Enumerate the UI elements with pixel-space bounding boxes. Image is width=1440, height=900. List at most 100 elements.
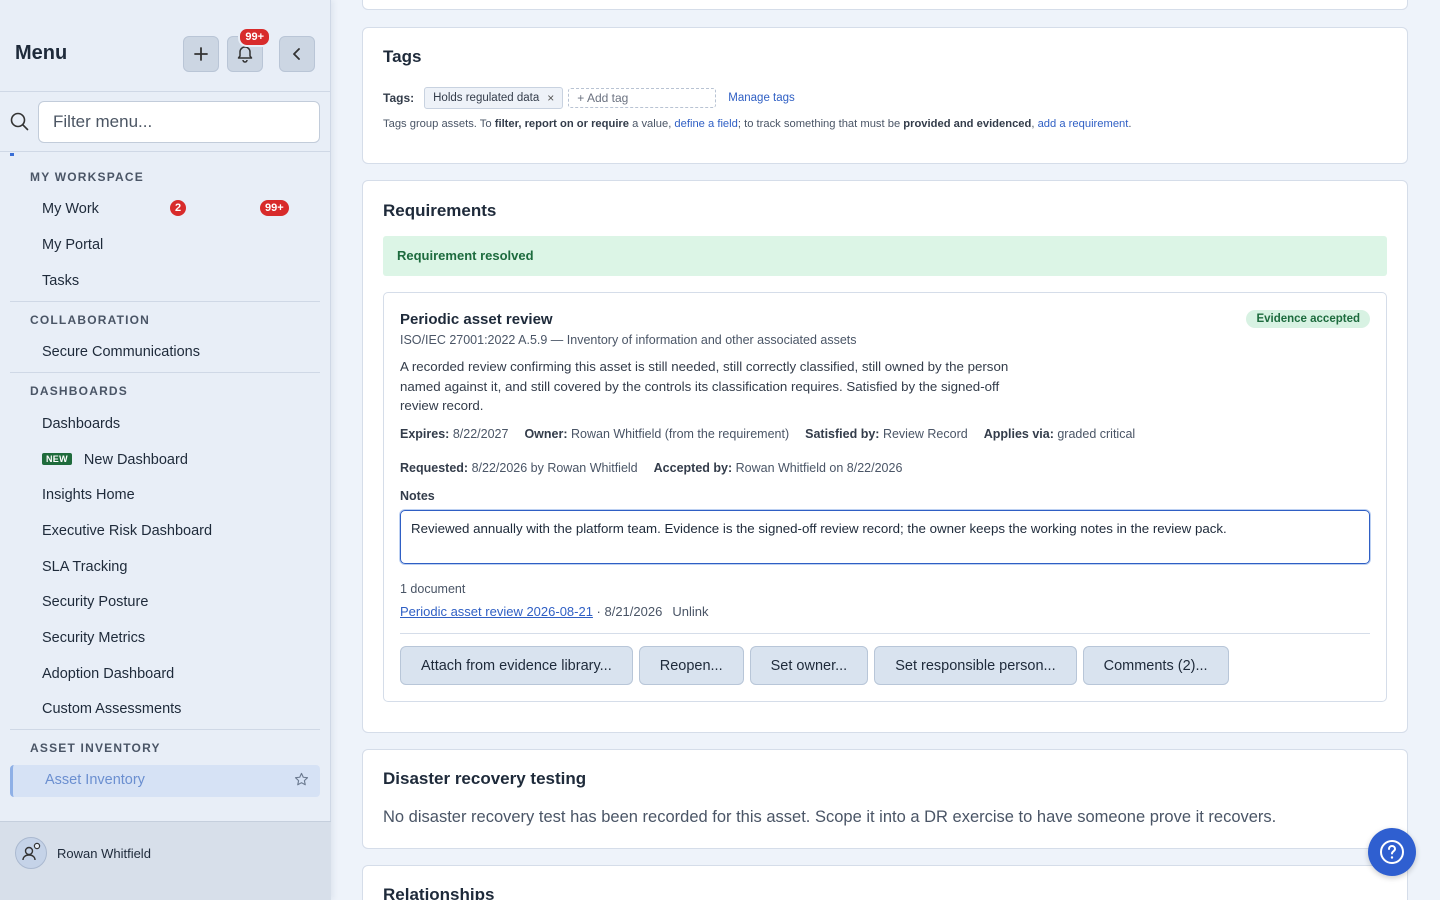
section-my-workspace: MY WORKSPACE [30,170,144,184]
menu-title: Menu [15,42,68,64]
resolved-banner: Requirement resolved [383,236,1387,276]
bell-icon [237,46,253,63]
tags-label: Tags: [383,91,415,105]
my-work-badge: 2 [170,200,187,216]
add-requirement-link[interactable]: add a requirement [1038,118,1129,130]
sidebar-item-my-work[interactable]: My Work [42,201,99,217]
tags-row: Tags: Holds regulated data × + Add tag M… [383,87,795,109]
document-link[interactable]: Periodic asset review 2026-08-21 [400,604,593,619]
requirement-meta-row: Expires: 8/22/2027 Owner: Rowan Whitfiel… [400,427,1135,441]
expires-meta: Expires: 8/22/2027 [400,427,508,441]
tags-card: Tags Tags: Holds regulated data × + Add … [362,27,1408,164]
meta-label: Owner: [524,427,568,441]
sidebar-item-dashboards[interactable]: Dashboards [42,416,120,432]
help-text: . [1128,118,1132,130]
meta-value: Review Record [882,427,968,441]
meta-value: 8/22/2027 [452,427,509,441]
sidebar-item-security-posture[interactable]: Security Posture [42,594,148,610]
owner-meta: Owner: Rowan Whitfield (from the require… [524,427,789,441]
requirements-title: Requirements [383,201,497,220]
sidebar-item-executive-risk-dashboard[interactable]: Executive Risk Dashboard [42,523,212,539]
relationships-title: Relationships [383,885,495,900]
help-button[interactable] [1368,828,1416,876]
sidebar-item-label: Asset Inventory [45,772,145,788]
requirements-card: Requirements Requirement resolved Period… [362,180,1408,733]
document-row: Periodic asset review 2026-08-21 · 8/21/… [400,604,708,619]
help-icon [1380,840,1404,864]
define-field-link[interactable]: define a field [674,118,737,130]
comments-button[interactable]: Comments (2)... [1082,646,1229,685]
requirement-item: Periodic asset review Evidence accepted … [383,292,1387,702]
sidebar-item-asset-inventory[interactable]: Asset Inventory [10,765,320,797]
user-name: Rowan Whitfield [57,846,151,861]
user-settings-icon [22,842,41,861]
section-dashboards: DASHBOARDS [30,384,129,398]
satisfied-meta: Satisfied by: Review Record [805,427,968,441]
sidebar-item-secure-communications[interactable]: Secure Communications [42,344,200,360]
meta-label: Applies via: [983,427,1054,441]
filter-menu-input[interactable] [38,101,320,143]
user-footer[interactable]: Rowan Whitfield [0,821,331,900]
requirement-actions: Attach from evidence library... Reopen..… [400,646,1229,685]
sidebar-item-sla-tracking[interactable]: SLA Tracking [42,559,127,575]
notifications-button[interactable]: 99+ [227,27,271,72]
reopen-button[interactable]: Reopen... [638,646,744,685]
sidebar-item-tasks[interactable]: Tasks [42,273,79,289]
tag-chip-label: Holds regulated data [433,92,540,104]
new-badge: NEW [42,453,72,465]
tags-help-text: Tags group assets. To filter, report on … [383,118,1132,130]
star-icon[interactable] [294,772,309,787]
sidebar-item-my-portal[interactable]: My Portal [42,237,103,253]
divider [10,301,320,302]
resolved-banner-text: Requirement resolved [397,248,534,263]
sidebar-item-new-dashboard[interactable]: NEW New Dashboard [42,452,188,468]
collapse-sidebar-button[interactable] [279,36,315,72]
accepted-meta: Accepted by: Rowan Whitfield on 8/22/202… [654,461,903,475]
disaster-recovery-card: Disaster recovery testing No disaster re… [362,749,1408,849]
dr-description: No disaster recovery test has been recor… [383,808,1277,826]
relationships-card: Relationships [362,865,1408,900]
plus-icon [194,47,208,61]
unlink-button[interactable]: Unlink [672,604,708,619]
sidebar-item-security-metrics[interactable]: Security Metrics [42,630,145,646]
requirement-history-row: Requested: 8/22/2026 by Rowan Whitfield … [400,461,902,475]
tags-title: Tags [383,47,422,66]
meta-label: Accepted by: [653,461,733,475]
sidebar-item-custom-assessments[interactable]: Custom Assessments [42,701,181,717]
set-responsible-person-button[interactable]: Set responsible person... [874,646,1077,685]
set-owner-button[interactable]: Set owner... [749,646,869,685]
meta-value: 8/22/2026 by Rowan Whitfield [471,461,638,475]
main-content: Tags Tags: Holds regulated data × + Add … [331,0,1440,900]
sidebar: Menu 99+ MY WORKSPACE My Work 2 99+ My P… [0,0,331,900]
meta-value: Rowan Whitfield (from the requirement) [570,427,790,441]
avatar [15,837,47,869]
notification-count-badge: 99+ [238,27,271,47]
add-button[interactable] [183,36,219,72]
chevron-left-icon [293,48,300,60]
divider [400,633,1370,634]
notes-textarea[interactable]: Reviewed annually with the platform team… [400,510,1370,564]
sidebar-header: Menu 99+ [0,0,330,92]
tag-chip: Holds regulated data × [424,87,564,109]
document-count: 1 document [400,582,466,596]
manage-tags-link[interactable]: Manage tags [728,92,795,104]
requested-meta: Requested: 8/22/2026 by Rowan Whitfield [400,461,638,475]
add-tag-input[interactable]: + Add tag [568,88,717,108]
sidebar-nav: MY WORKSPACE My Work 2 99+ My Portal Tas… [0,153,331,821]
remove-tag-button[interactable]: × [547,91,554,105]
help-text: ; to track something that must be [737,118,904,130]
sidebar-item-adoption-dashboard[interactable]: Adoption Dashboard [42,666,174,682]
previous-card [362,0,1408,10]
meta-value: graded critical [1057,427,1136,441]
sidebar-item-insights-home[interactable]: Insights Home [42,487,135,503]
requirement-title: Periodic asset review [400,311,553,328]
attach-evidence-button[interactable]: Attach from evidence library... [400,646,633,685]
section-asset-inventory: ASSET INVENTORY [30,741,161,755]
help-text: Tags group assets. To [383,118,495,130]
requirement-description: A recorded review confirming this asset … [400,359,1009,413]
divider [10,372,320,373]
meta-value: Rowan Whitfield on 8/22/2026 [735,461,903,475]
sidebar-item-label: My Work [42,201,99,217]
section-collaboration: COLLABORATION [30,313,151,327]
meta-label: Requested: [400,461,469,475]
